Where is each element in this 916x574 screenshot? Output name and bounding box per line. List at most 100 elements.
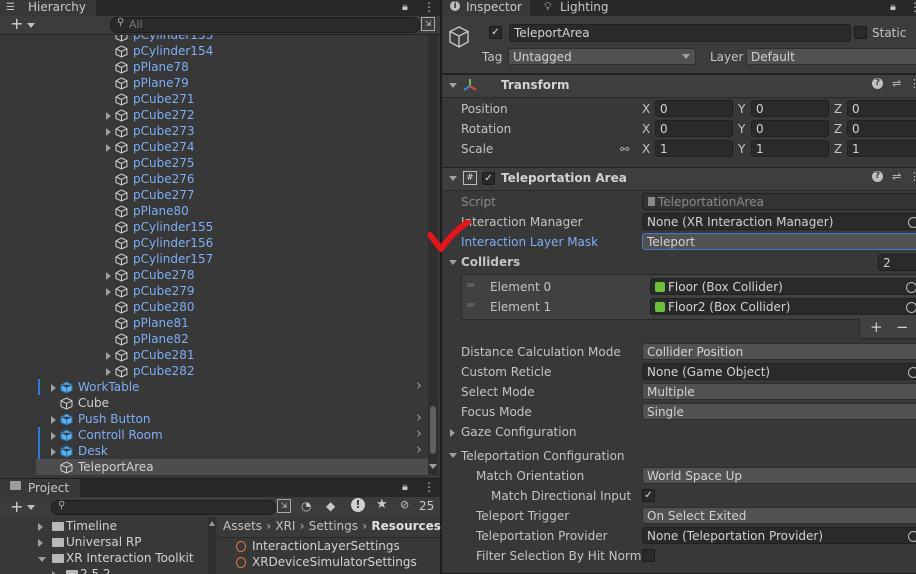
project-tree-item[interactable]: Timeline [0,519,210,535]
match-directional-input-checkbox[interactable]: ✓ [642,489,655,502]
expand-arrow-icon[interactable] [106,288,111,296]
transform-position-x-field[interactable]: 0 [655,100,733,117]
project-tree-item[interactable]: Universal RP [0,535,210,551]
teleportation-provider-field[interactable]: None (Teleportation Provider) [642,527,916,544]
project-tree-item[interactable]: XR Interaction Toolkit [0,551,210,567]
lighting-tab[interactable]: 💡︎ Lighting [534,0,614,16]
hierarchy-row[interactable]: pCube274 [5,139,430,155]
expand-arrow-icon[interactable] [106,112,111,120]
hierarchy-row[interactable]: pCube279 [5,283,430,299]
hierarchy-row[interactable]: pCube275 [5,155,430,171]
scroll-up-icon[interactable] [209,521,215,526]
hierarchy-row[interactable]: pCube272 [5,107,430,123]
add-dropdown-icon[interactable] [27,23,35,28]
expand-arrow-icon[interactable] [106,272,111,280]
focus-mode-dropdown[interactable]: Single [642,403,916,420]
chevron-right-icon[interactable]: › [416,409,422,425]
element-1-field[interactable]: Floor2 (Box Collider) [650,298,916,315]
expand-arrow-icon[interactable] [38,557,46,562]
more-menu-icon[interactable]: ⋮ [423,0,435,14]
gaze-fold-icon[interactable] [450,429,455,437]
layer-dropdown[interactable]: Default [746,48,916,65]
hierarchy-row[interactable]: pPlane78 [5,59,430,75]
project-tree-scrollbar[interactable] [208,517,216,574]
transform-scale-x-field[interactable]: 1 [655,140,733,157]
hierarchy-scroll-thumb[interactable] [430,406,436,454]
teleportation-configuration-label[interactable]: Teleportation Configuration [461,449,625,463]
project-tab[interactable]: Project [0,479,80,497]
active-checkbox[interactable]: ✓ [489,26,502,39]
element-1-picker-icon[interactable] [906,302,916,313]
teleport-trigger-dropdown[interactable]: On Select Exited [642,507,916,524]
expand-arrow-icon[interactable] [106,128,111,136]
hierarchy-row[interactable]: pCylinder157 [5,251,430,267]
remove-element-button[interactable]: − [896,318,909,336]
hierarchy-row[interactable]: pCylinder155 [5,219,430,235]
project-more-icon[interactable]: ⋮ [423,480,435,494]
hierarchy-row[interactable]: pPlane81 [5,315,430,331]
interaction-layer-mask-dropdown[interactable]: Teleport [642,233,916,250]
transform-scale-z-field[interactable]: 1 [847,140,916,157]
help-icon[interactable]: ? [872,78,883,89]
expand-arrow-icon[interactable] [106,352,111,360]
colliders-count-field[interactable]: 2 [878,254,916,271]
custom-reticle-field[interactable]: None (Game Object) [642,363,916,380]
hierarchy-row[interactable]: WorkTable › [5,377,430,395]
gaze-configuration-label[interactable]: Gaze Configuration [461,425,577,439]
chevron-right-icon[interactable]: › [416,377,422,393]
hierarchy-row[interactable]: pCube282 [5,363,430,379]
chevron-right-icon[interactable]: › [416,441,422,457]
filter-by-type-icon[interactable]: ◔ [301,499,311,513]
project-search-input[interactable]: ⚲ [51,500,276,515]
transform-position-z-field[interactable]: 0 [847,100,916,117]
provider-picker-icon[interactable] [908,531,916,542]
preset-icon[interactable]: ⇌ [892,77,901,90]
breadcrumb-item[interactable]: Settings [309,519,358,533]
distance-calculation-dropdown[interactable]: Collider Position [642,343,916,360]
add-icon[interactable]: + [10,14,23,33]
project-add-icon[interactable]: + [10,497,23,516]
scroll-down-icon[interactable] [429,464,437,469]
teleport-fold-icon[interactable] [449,176,457,181]
filter-by-label-icon[interactable]: ◆ [326,499,335,513]
element-0-picker-icon[interactable] [906,282,916,293]
drag-handle-icon[interactable]: ═ [467,298,474,312]
hierarchy-row[interactable]: pCube277 [5,187,430,203]
favorites-star-icon[interactable]: ★ [376,497,388,512]
warning-icon[interactable]: ! [351,498,365,512]
expand-arrow-icon[interactable] [106,144,111,152]
transform-fold-icon[interactable] [449,83,457,88]
hierarchy-row[interactable]: pPlane82 [5,331,430,347]
match-orientation-dropdown[interactable]: World Space Up [642,467,916,484]
drag-handle-icon[interactable]: ═ [467,278,474,292]
inspector-lock-icon[interactable]: 🔒︎ [890,0,896,14]
hierarchy-row[interactable]: pPlane79 [5,75,430,91]
hierarchy-row[interactable]: pCube280 [5,299,430,315]
add-element-button[interactable]: + [870,318,883,336]
element-0-field[interactable]: Floor (Box Collider) [650,278,916,295]
hierarchy-row[interactable]: TeleportArea [36,459,430,475]
hierarchy-row[interactable]: Controll Room › [5,425,430,443]
scene-visibility-icon[interactable]: ⇲ [421,17,435,31]
hierarchy-row[interactable]: pCylinder154 [5,43,430,59]
transform-position-y-field[interactable]: 0 [751,100,829,117]
object-picker-icon[interactable] [908,217,916,228]
breadcrumb-item[interactable]: Resources [371,519,441,533]
colliders-fold-icon[interactable] [449,260,457,265]
hierarchy-row[interactable]: Push Button › [5,409,430,427]
hierarchy-row[interactable]: Cube [5,395,430,411]
hierarchy-row[interactable]: pPlane80 [5,203,430,219]
teleport-help-icon[interactable]: ? [872,171,883,182]
breadcrumb-item[interactable]: XRI [275,519,295,533]
project-add-dropdown-icon[interactable] [27,505,35,510]
interaction-manager-field[interactable]: None (XR Interaction Manager) [642,213,916,230]
teleportation-area-header[interactable]: # ✓ Teleportation Area ? ⇌ ⋮ [442,167,916,191]
project-lock-icon[interactable]: 🔒︎ [402,480,408,494]
transform-header[interactable]: Transform ? ⇌ ⋮ [442,74,916,98]
expand-arrow-icon[interactable] [38,523,43,531]
expand-arrow-icon[interactable] [51,448,56,456]
component-enabled-checkbox[interactable]: ✓ [482,172,495,185]
hierarchy-row[interactable]: Desk › [5,441,430,459]
select-mode-dropdown[interactable]: Multiple [642,383,916,400]
expand-arrow-icon[interactable] [51,416,56,424]
